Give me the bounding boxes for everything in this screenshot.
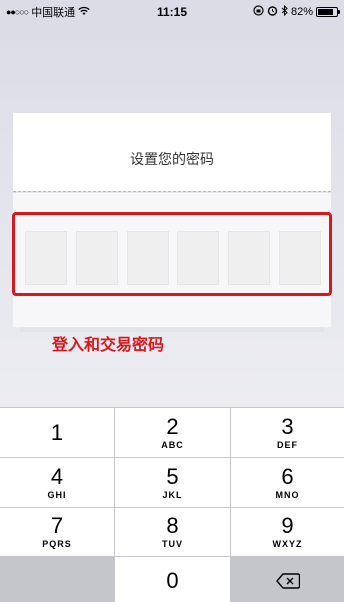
key-4[interactable]: 4 GHI <box>0 458 114 507</box>
key-letters: ABC <box>161 439 184 450</box>
key-1[interactable]: 1 <box>0 408 114 457</box>
key-blank <box>0 557 114 602</box>
rotation-lock-icon <box>253 5 264 19</box>
bluetooth-icon <box>281 4 288 19</box>
key-2[interactable]: 2 ABC <box>115 408 230 457</box>
key-number: 7 <box>50 513 64 538</box>
key-0[interactable]: 0 <box>115 557 230 602</box>
key-letters: WXYZ <box>272 539 303 549</box>
battery-level-fill <box>318 9 333 15</box>
key-number: 5 <box>166 463 179 489</box>
key-letters: JKL <box>162 489 183 500</box>
alarm-icon <box>267 5 278 19</box>
key-letters: PQRS <box>42 539 72 549</box>
key-number: 0 <box>166 567 179 593</box>
password-dialog-header: 设置您的密码 <box>13 113 331 191</box>
key-number: 2 <box>166 413 179 439</box>
status-right: 82% <box>253 4 340 19</box>
dialog-divider <box>13 191 331 192</box>
highlight-box <box>12 212 332 296</box>
key-number: 8 <box>166 513 179 538</box>
key-number: 1 <box>50 419 64 445</box>
annotation-label: 登入和交易密码 <box>52 337 165 354</box>
key-8[interactable]: 8 TUV <box>115 508 230 556</box>
status-bar: ●●○○○ 中国联通 11:15 82% <box>0 0 344 24</box>
signal-strength-icon: ●●○○○ <box>6 7 29 17</box>
dialog-title: 设置您的密码 <box>130 151 214 167</box>
key-5[interactable]: 5 JKL <box>115 458 230 507</box>
backspace-icon <box>275 572 300 589</box>
key-number: 4 <box>50 463 64 489</box>
wifi-icon <box>78 6 90 19</box>
key-number: 3 <box>281 413 294 439</box>
key-7[interactable]: 7 PQRS <box>0 508 114 556</box>
key-letters: MNO <box>275 489 300 500</box>
key-6[interactable]: 6 MNO <box>231 458 344 507</box>
battery-icon <box>316 7 340 17</box>
key-number: 6 <box>281 463 294 489</box>
key-3[interactable]: 3 DEF <box>231 408 344 457</box>
key-number: 9 <box>281 513 294 538</box>
carrier-name: 中国联通 <box>31 7 76 19</box>
battery-percent: 82% <box>290 6 313 18</box>
key-letters: GHI <box>47 489 67 500</box>
key-letters: TUV <box>162 539 183 549</box>
key-letters: DEF <box>277 439 298 450</box>
numeric-keypad: 1 2 ABC 3 DEF 4 GHI 5 JKL 6 MNO 7 PQRS 8… <box>0 407 344 602</box>
delete-key[interactable] <box>231 557 344 602</box>
key-9[interactable]: 9 WXYZ <box>231 508 344 556</box>
status-left: ●●○○○ 中国联通 <box>6 4 90 20</box>
